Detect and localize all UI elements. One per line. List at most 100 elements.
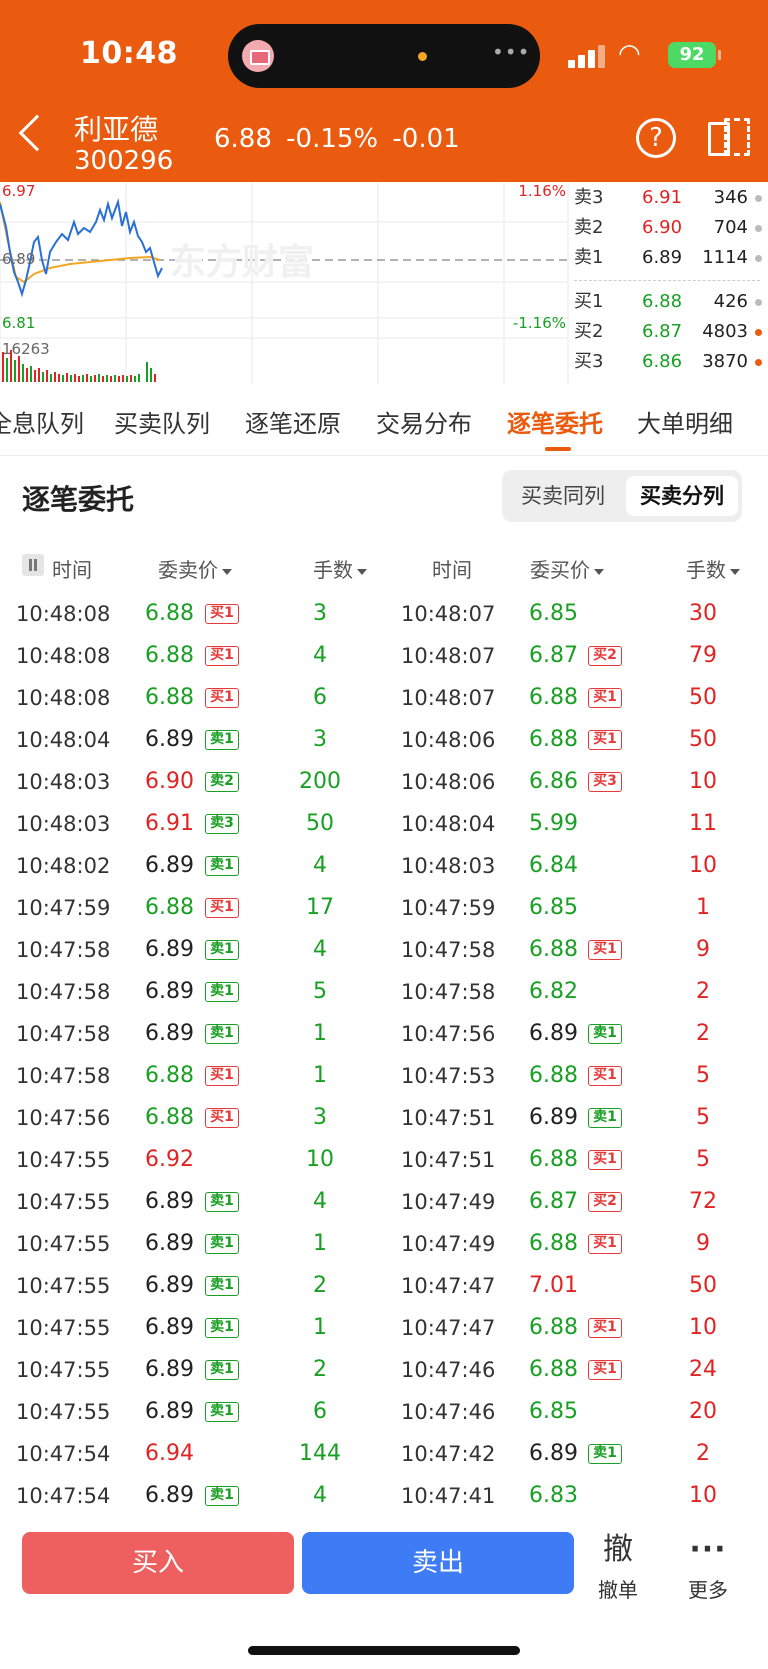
table-row: 10:48:03 6.91 50 10:48:04 5.99 11 卖3 [0, 802, 768, 844]
col-ask-price[interactable]: 委卖价 [158, 554, 232, 583]
bid-row: 买2 6.87 4803 [570, 318, 768, 346]
ask-price: 6.89 [145, 1273, 194, 1298]
col-qty-2[interactable]: 手数 [686, 554, 740, 583]
help-icon[interactable]: ? [636, 118, 676, 158]
bid-level-badge: 买1 [588, 940, 622, 960]
cancel-order-button[interactable]: 撤 撤单 [583, 1532, 653, 1603]
ask-qty: 4 [313, 853, 327, 878]
bid-qty: 50 [689, 1273, 717, 1298]
ask-time: 10:48:08 [16, 602, 111, 626]
sort-caret-icon [222, 568, 232, 575]
stock-quote: 6.88 -0.15% -0.01 [214, 124, 460, 154]
ask-price: 6.94 [145, 1441, 194, 1466]
ask-volume: 346 [713, 187, 748, 208]
ask-price: 6.89 [145, 1231, 194, 1256]
bid-time: 10:47:51 [401, 1106, 496, 1130]
bid-level-badge: 买1 [588, 1318, 622, 1338]
bid-qty: 1 [696, 895, 710, 920]
bid-level-badge: 买1 [588, 688, 622, 708]
ask-qty: 4 [313, 643, 327, 668]
intraday-chart[interactable]: 东方财富 6.97 6.89 6.81 1.16% -1.16% 16263 卖… [0, 182, 768, 384]
ask-time: 10:47:55 [16, 1358, 111, 1382]
bid-time: 10:48:03 [401, 854, 496, 878]
stock-change: -0.01 [392, 124, 460, 154]
ask-qty: 3 [313, 601, 327, 626]
bid-price: 6.88 [529, 1357, 578, 1382]
stock-name: 利亚德 [74, 113, 159, 146]
back-icon[interactable] [18, 114, 56, 152]
dot-icon [755, 329, 762, 336]
ask-row: 卖1 6.89 1114 [570, 244, 768, 272]
ask-qty: 6 [313, 685, 327, 710]
ask-time: 10:48:08 [16, 644, 111, 668]
bid-level-badge: 卖1 [588, 1108, 622, 1128]
bid-price: 6.88 [529, 1231, 578, 1256]
app-header: 10:48 ••• ◠ 92 利亚德 300296 6.88 -0.15% -0… [0, 0, 768, 182]
bid-level-badge: 买3 [588, 772, 622, 792]
tab-trade-distribution[interactable]: 交易分布 [376, 404, 472, 439]
tab-bid-ask-queue[interactable]: 买卖队列 [114, 404, 210, 439]
home-indicator [248, 1646, 520, 1655]
wifi-icon: ◠ [618, 39, 641, 69]
ask-qty: 6 [313, 1399, 327, 1424]
seg-split-column[interactable]: 买卖分列 [626, 476, 738, 516]
bid-qty: 79 [689, 643, 717, 668]
ask-level-badge: 买1 [205, 604, 239, 624]
battery-icon: 92 [668, 42, 721, 68]
table-row: 10:47:58 6.89 4 10:47:58 6.88 9 卖1 买1 [0, 928, 768, 970]
bid-time: 10:48:06 [401, 728, 496, 752]
table-row: 10:48:02 6.89 4 10:48:03 6.84 10 卖1 [0, 844, 768, 886]
ask-level-badge: 卖1 [205, 1234, 239, 1254]
table-row: 10:47:55 6.92 10 10:47:51 6.88 5 买1 [0, 1138, 768, 1180]
bid-price: 6.88 [529, 937, 578, 962]
ask-qty: 3 [313, 1105, 327, 1130]
buy-button[interactable]: 买入 [22, 1532, 294, 1594]
tab-tick-orders[interactable]: 逐笔委托 [507, 404, 603, 439]
stock-code: 300296 [74, 146, 174, 176]
bid-time: 10:47:58 [401, 938, 496, 962]
bid-time: 10:47:42 [401, 1442, 496, 1466]
ask-level-badge: 卖1 [205, 1024, 239, 1044]
ask-time: 10:47:55 [16, 1274, 111, 1298]
bid-time: 10:47:51 [401, 1148, 496, 1172]
chart-high-price: 6.97 [2, 182, 35, 200]
ask-time: 10:47:58 [16, 980, 111, 1004]
bid-price: 6.89 [529, 1105, 578, 1130]
bid-volume: 426 [713, 291, 748, 312]
tab-large-orders[interactable]: 大单明细 [637, 404, 733, 439]
ask-time: 10:47:55 [16, 1316, 111, 1340]
order-book: 卖3 6.91 346 卖2 6.90 704 卖1 6.89 1114 买1 … [570, 182, 768, 384]
seg-same-column[interactable]: 买卖同列 [506, 476, 620, 516]
bid-qty: 10 [689, 1315, 717, 1340]
ask-qty: 144 [299, 1441, 341, 1466]
ask-price: 6.88 [145, 1105, 194, 1130]
ask-level-badge: 卖2 [205, 772, 239, 792]
bid-time: 10:48:06 [401, 770, 496, 794]
bid-time: 10:48:07 [401, 602, 496, 626]
ask-price: 6.89 [145, 1357, 194, 1382]
price-chart-svg: 东方财富 6.97 6.89 6.81 1.16% -1.16% 16263 [0, 182, 569, 384]
ask-price: 6.90 [145, 769, 194, 794]
more-button[interactable]: ··· 更多 [673, 1532, 743, 1603]
ask-time: 10:47:55 [16, 1148, 111, 1172]
bid-qty: 72 [689, 1189, 717, 1214]
ask-price: 6.89 [145, 1021, 194, 1046]
table-row: 10:48:04 6.89 3 10:48:06 6.88 50 卖1 买1 [0, 718, 768, 760]
bid-time: 10:47:53 [401, 1064, 496, 1088]
bid-qty: 5 [696, 1105, 710, 1130]
bid-level-badge: 买1 [588, 1234, 622, 1254]
tab-tick-restore[interactable]: 逐笔还原 [245, 404, 341, 439]
bid-qty: 11 [689, 811, 717, 836]
col-bid-price[interactable]: 委买价 [530, 554, 604, 583]
col-time: 时间 [52, 558, 92, 582]
col-qty[interactable]: 手数 [313, 554, 367, 583]
table-row: 10:47:54 6.94 144 10:47:42 6.89 2 卖1 [0, 1432, 768, 1474]
recording-dot-icon [418, 52, 427, 61]
bid-qty: 2 [696, 979, 710, 1004]
sell-button[interactable]: 卖出 [302, 1532, 574, 1594]
status-time: 10:48 [80, 36, 178, 71]
ask-price: 6.89 [145, 853, 194, 878]
bid-qty: 5 [696, 1063, 710, 1088]
tab-full-queue[interactable]: 全息队列 [0, 404, 84, 439]
switch-screen-icon[interactable] [708, 118, 752, 158]
